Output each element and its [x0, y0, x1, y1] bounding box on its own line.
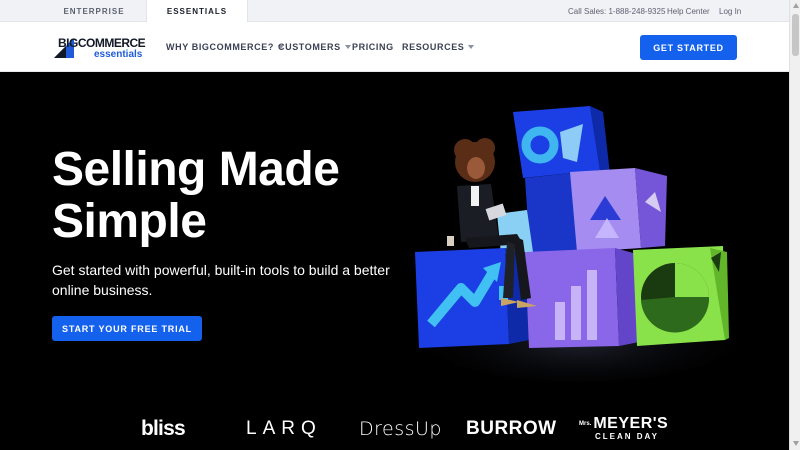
- brand-logo-dressup: DressUp: [359, 418, 442, 440]
- call-sales-link[interactable]: Call Sales: 1-888-248-9325: [568, 0, 665, 22]
- hero-title: Selling Made Simple: [52, 144, 412, 248]
- brand-logo-mrs-meyers: Mrs. MEYER'S CLEAN DAY: [579, 416, 668, 446]
- scroll-up-arrow-icon[interactable]: [793, 3, 799, 8]
- brand-logo-larq: LARQ: [246, 418, 322, 439]
- tab-enterprise[interactable]: ENTERPRISE: [44, 0, 144, 22]
- scrollbar-thumb[interactable]: [792, 14, 799, 56]
- cube-pie-chart-icon: [633, 246, 729, 346]
- nav-pricing[interactable]: PRICING: [352, 22, 394, 72]
- scroll-down-arrow-icon[interactable]: [793, 441, 799, 446]
- page-scrollbar[interactable]: [789, 0, 800, 450]
- login-link[interactable]: Log In: [719, 0, 741, 22]
- utility-bar: ENTERPRISE ESSENTIALS Call Sales: 1-888-…: [0, 0, 789, 23]
- get-started-button[interactable]: GET STARTED: [640, 35, 737, 60]
- mrs-meyers-name: Mrs. MEYER'S: [579, 416, 668, 432]
- cube-triangle-icon: [570, 168, 667, 252]
- mrs-meyers-tagline: CLEAN DAY: [595, 432, 659, 441]
- logo-wordmark: BIGCOMMERCE: [58, 36, 146, 50]
- hero-illustration: [415, 106, 745, 382]
- hero-section: Selling Made Simple Get started with pow…: [0, 72, 789, 450]
- cube-circle-icon: [513, 106, 610, 178]
- help-center-link[interactable]: Help Center: [667, 0, 710, 22]
- start-free-trial-button[interactable]: START YOUR FREE TRIAL: [52, 316, 202, 341]
- nav-customers-label: CUSTOMERS: [278, 42, 341, 52]
- nav-resources-label: RESOURCES: [402, 42, 465, 52]
- nav-why-bigcommerce[interactable]: WHY BIGCOMMERCE?: [166, 22, 284, 72]
- hero-subtitle: Get started with powerful, built-in tool…: [52, 262, 390, 298]
- nav-why-label: WHY BIGCOMMERCE?: [166, 42, 274, 52]
- main-nav: BIGCOMMERCE essentials WHY BIGCOMMERCE? …: [0, 22, 789, 72]
- brand-logo-burrow: BURROW: [466, 418, 557, 439]
- bigcommerce-logo[interactable]: BIGCOMMERCE essentials: [52, 34, 146, 62]
- chevron-down-icon: [468, 45, 475, 49]
- logo-subtitle: essentials: [94, 49, 143, 60]
- hero-title-line-2: Simple: [52, 195, 207, 248]
- mrs-meyers-wordmark: MEYER'S: [593, 415, 669, 432]
- mrs-meyers-prefix: Mrs.: [579, 421, 592, 427]
- nav-customers[interactable]: CUSTOMERS: [278, 22, 351, 72]
- tab-essentials[interactable]: ESSENTIALS: [146, 0, 248, 23]
- nav-resources[interactable]: RESOURCES: [402, 22, 475, 72]
- cube-bar-chart-icon: [525, 248, 639, 348]
- chevron-down-icon: [344, 45, 351, 49]
- hero-title-line-1: Selling Made: [52, 143, 340, 196]
- nav-pricing-label: PRICING: [352, 42, 394, 52]
- brand-logo-bliss: bliss: [141, 417, 186, 440]
